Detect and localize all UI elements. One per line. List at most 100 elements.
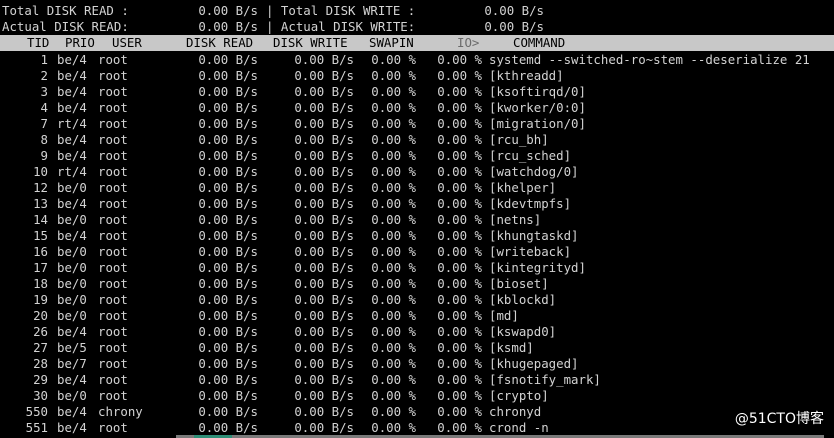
row-command: [rcu_bh] xyxy=(489,132,549,147)
row-command: [kswapd0] xyxy=(489,324,557,339)
row-io: 0.00 % xyxy=(437,244,482,259)
row-tid: 26 xyxy=(33,324,48,339)
table-row[interactable]: 3 be/4 root 0.00 B/s 0.00 B/s 0.00 % 0.00 % [ks… xyxy=(0,84,834,100)
column-header-disk-write[interactable]: DISK WRITE xyxy=(273,35,348,51)
row-swapin: 0.00 % xyxy=(371,180,416,195)
row-io: 0.00 % xyxy=(437,356,482,371)
table-row[interactable]: 20 be/0 root 0.00 B/s 0.00 B/s 0.00 % 0.00 % [m… xyxy=(0,308,834,324)
row-swapin: 0.00 % xyxy=(371,132,416,147)
row-tid: 30 xyxy=(33,388,48,403)
table-row[interactable]: 14 be/0 root 0.00 B/s 0.00 B/s 0.00 % 0.00 % [n… xyxy=(0,212,834,228)
table-row[interactable]: 26 be/4 root 0.00 B/s 0.00 B/s 0.00 % 0.00 % [k… xyxy=(0,324,834,340)
row-disk-read: 0.00 B/s xyxy=(198,84,258,99)
row-tid: 27 xyxy=(33,340,48,355)
row-disk-write: 0.00 B/s xyxy=(294,404,354,419)
column-header-io-sorted[interactable]: IO> xyxy=(457,35,479,51)
column-header-command[interactable]: COMMAND xyxy=(513,35,565,51)
row-swapin: 0.00 % xyxy=(371,148,416,163)
table-row[interactable]: 16 be/0 root 0.00 B/s 0.00 B/s 0.00 % 0.00 % [w… xyxy=(0,244,834,260)
row-command: [rcu_sched] xyxy=(489,148,572,163)
column-header-tid[interactable]: TID xyxy=(27,35,49,51)
row-disk-read: 0.00 B/s xyxy=(198,196,258,211)
row-swapin: 0.00 % xyxy=(371,308,416,323)
row-io: 0.00 % xyxy=(437,404,482,419)
row-disk-write: 0.00 B/s xyxy=(294,116,354,131)
row-prio: be/0 xyxy=(57,260,87,275)
table-row[interactable]: 12 be/0 root 0.00 B/s 0.00 B/s 0.00 % 0.00 % [k… xyxy=(0,180,834,196)
row-io: 0.00 % xyxy=(437,260,482,275)
row-user: root xyxy=(98,324,128,339)
row-prio: be/0 xyxy=(57,244,87,259)
column-header-user[interactable]: USER xyxy=(112,35,142,51)
row-tid: 8 xyxy=(40,132,48,147)
table-row[interactable]: 8 be/4 root 0.00 B/s 0.00 B/s 0.00 % 0.00 % [rc… xyxy=(0,132,834,148)
row-io: 0.00 % xyxy=(437,388,482,403)
row-disk-read: 0.00 B/s xyxy=(198,324,258,339)
actual-read-label: Actual DISK READ: xyxy=(2,19,129,34)
row-swapin: 0.00 % xyxy=(371,196,416,211)
table-row[interactable]: 7 rt/4 root 0.00 B/s 0.00 B/s 0.00 % 0.00 % [mi… xyxy=(0,116,834,132)
table-row[interactable]: 4 be/4 root 0.00 B/s 0.00 B/s 0.00 % 0.00 % [kw… xyxy=(0,100,834,116)
table-row[interactable]: 18 be/0 root 0.00 B/s 0.00 B/s 0.00 % 0.00 % [b… xyxy=(0,276,834,292)
row-disk-write: 0.00 B/s xyxy=(294,356,354,371)
table-row[interactable]: 28 be/7 root 0.00 B/s 0.00 B/s 0.00 % 0.00 % [k… xyxy=(0,356,834,372)
row-user: root xyxy=(98,116,128,131)
row-disk-read: 0.00 B/s xyxy=(198,420,258,435)
total-write-label: | Total DISK WRITE : xyxy=(266,3,416,18)
total-write-value: 0.00 B/s xyxy=(484,3,544,18)
column-header-swapin[interactable]: SWAPIN xyxy=(369,35,414,51)
table-row[interactable]: 19 be/0 root 0.00 B/s 0.00 B/s 0.00 % 0.00 % [k… xyxy=(0,292,834,308)
row-command: [kblockd] xyxy=(489,292,557,307)
table-row[interactable]: 2 be/4 root 0.00 B/s 0.00 B/s 0.00 % 0.00 % [kt… xyxy=(0,68,834,84)
table-row[interactable]: 1 be/4 root 0.00 B/s 0.00 B/s 0.00 % 0.00 % sys… xyxy=(0,52,834,68)
row-command: [kintegrityd] xyxy=(489,260,586,275)
row-disk-read: 0.00 B/s xyxy=(198,116,258,131)
row-swapin: 0.00 % xyxy=(371,292,416,307)
row-user: root xyxy=(98,276,128,291)
column-header-disk-read[interactable]: DISK READ xyxy=(186,35,253,51)
row-tid: 14 xyxy=(33,212,48,227)
row-command: [ksmd] xyxy=(489,340,534,355)
row-swapin: 0.00 % xyxy=(371,388,416,403)
table-row[interactable]: 17 be/0 root 0.00 B/s 0.00 B/s 0.00 % 0.00 % [k… xyxy=(0,260,834,276)
row-disk-write: 0.00 B/s xyxy=(294,132,354,147)
row-prio: be/4 xyxy=(57,68,87,83)
row-swapin: 0.00 % xyxy=(371,276,416,291)
row-io: 0.00 % xyxy=(437,212,482,227)
actual-read-value: 0.00 B/s xyxy=(198,19,258,34)
row-swapin: 0.00 % xyxy=(371,244,416,259)
table-row[interactable]: 9 be/4 root 0.00 B/s 0.00 B/s 0.00 % 0.00 % [rc… xyxy=(0,148,834,164)
row-user: root xyxy=(98,388,128,403)
row-user: root xyxy=(98,52,128,67)
actual-write-label: | Actual DISK WRITE: xyxy=(266,19,416,34)
table-row[interactable]: 10 rt/4 root 0.00 B/s 0.00 B/s 0.00 % 0.00 % [w… xyxy=(0,164,834,180)
row-command: [fsnotify_mark] xyxy=(489,372,601,387)
row-io: 0.00 % xyxy=(437,340,482,355)
table-row[interactable]: 15 be/4 root 0.00 B/s 0.00 B/s 0.00 % 0.00 % [k… xyxy=(0,228,834,244)
row-disk-write: 0.00 B/s xyxy=(294,84,354,99)
row-disk-read: 0.00 B/s xyxy=(198,372,258,387)
row-disk-read: 0.00 B/s xyxy=(198,388,258,403)
row-command: [kthreadd] xyxy=(489,68,564,83)
row-disk-read: 0.00 B/s xyxy=(198,148,258,163)
row-command: [watchdog/0] xyxy=(489,164,579,179)
row-disk-write: 0.00 B/s xyxy=(294,388,354,403)
row-prio: be/5 xyxy=(57,340,87,355)
table-row[interactable]: 30 be/0 root 0.00 B/s 0.00 B/s 0.00 % 0.00 % [c… xyxy=(0,388,834,404)
table-row[interactable]: 550 be/4 chrony 0.00 B/s 0.00 B/s 0.00 % 0.00 … xyxy=(0,404,834,420)
row-disk-read: 0.00 B/s xyxy=(198,180,258,195)
table-row[interactable]: 29 be/4 root 0.00 B/s 0.00 B/s 0.00 % 0.00 % [f… xyxy=(0,372,834,388)
row-tid: 1 xyxy=(40,52,48,67)
iotop-terminal[interactable]: Total DISK READ : 0.00 B/s | Total DISK … xyxy=(0,0,834,438)
row-tid: 550 xyxy=(25,404,48,419)
row-prio: be/4 xyxy=(57,52,87,67)
row-command: [netns] xyxy=(489,212,542,227)
table-row[interactable]: 27 be/5 root 0.00 B/s 0.00 B/s 0.00 % 0.00 % [k… xyxy=(0,340,834,356)
row-prio: be/4 xyxy=(57,132,87,147)
row-swapin: 0.00 % xyxy=(371,228,416,243)
row-swapin: 0.00 % xyxy=(371,372,416,387)
table-row[interactable]: 551 be/4 root 0.00 B/s 0.00 B/s 0.00 % 0.00 % c… xyxy=(0,420,834,436)
row-command: [khugepaged] xyxy=(489,356,579,371)
table-row[interactable]: 13 be/4 root 0.00 B/s 0.00 B/s 0.00 % 0.00 % [k… xyxy=(0,196,834,212)
column-header-prio[interactable]: PRIO xyxy=(65,35,95,51)
